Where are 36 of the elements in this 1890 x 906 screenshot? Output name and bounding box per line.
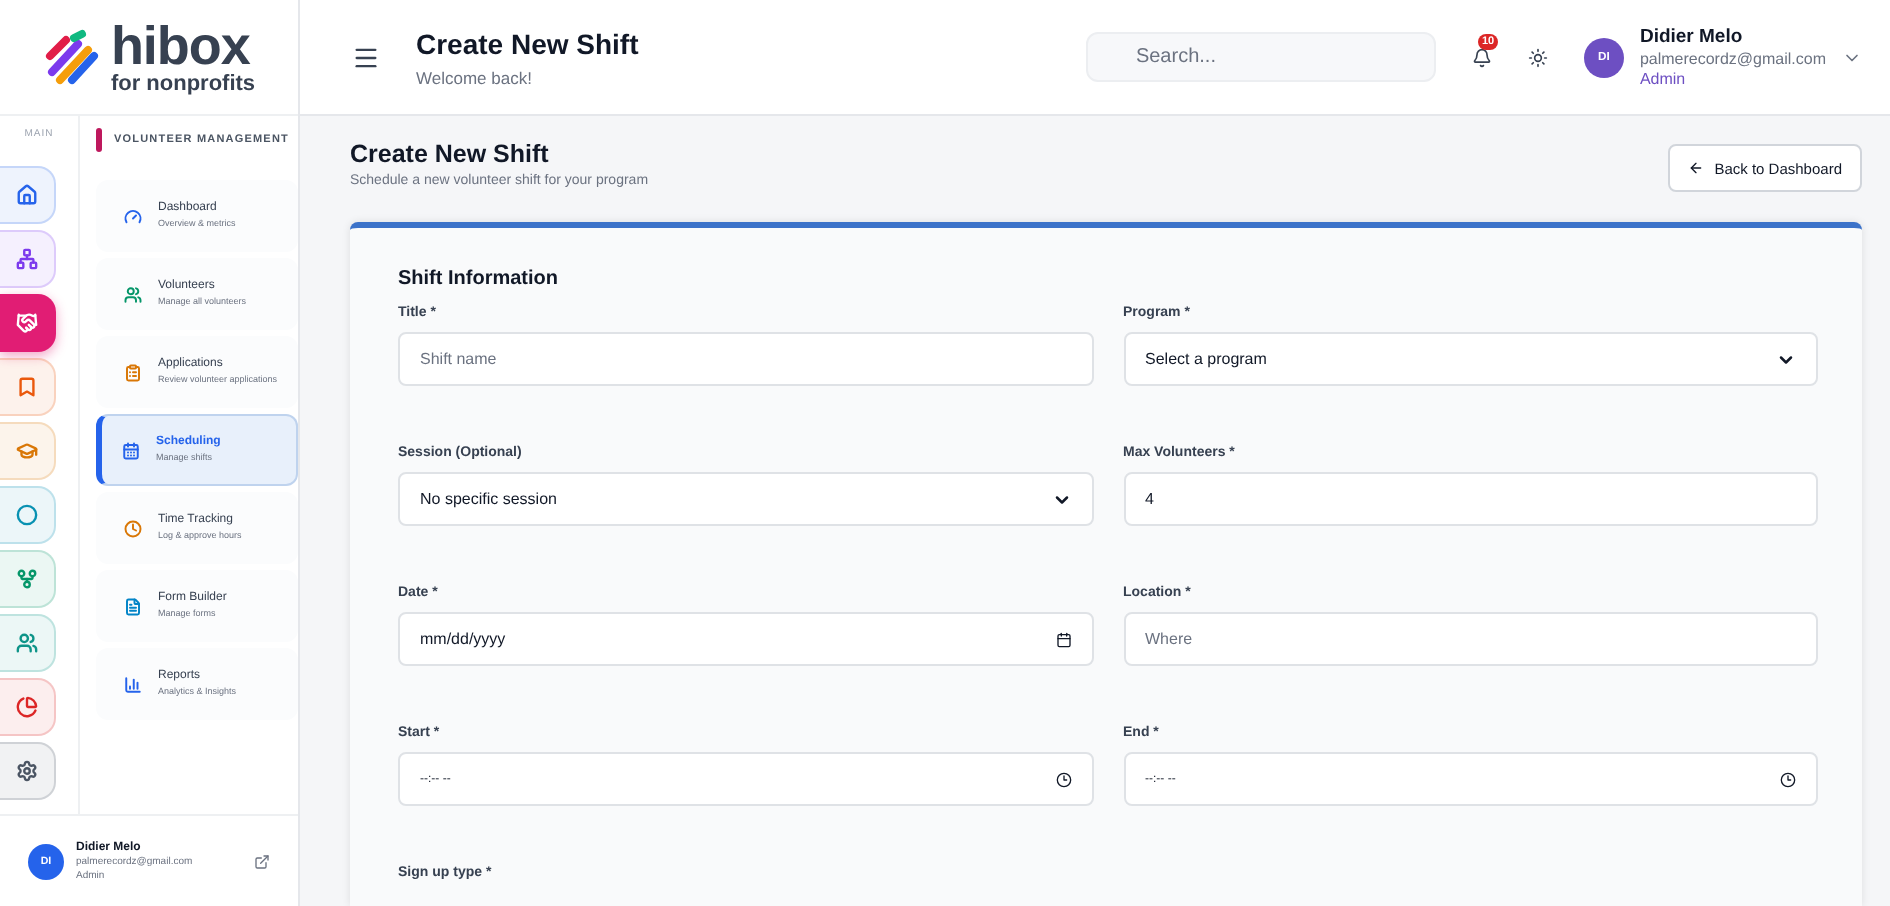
rail-button[interactable] (0, 294, 56, 352)
sitemap-icon (16, 248, 38, 270)
home-icon (16, 184, 38, 206)
sun-icon[interactable] (1527, 47, 1548, 67)
graduation-cap-icon (16, 440, 38, 462)
menu-icon[interactable] (352, 43, 380, 71)
network-icon (16, 568, 38, 590)
circle-icon (16, 504, 38, 526)
logo-icon (42, 27, 103, 87)
brand-name: hibox (110, 19, 250, 73)
select-field[interactable]: Select a program (1123, 332, 1818, 386)
input-field[interactable]: Shift name (398, 332, 1093, 386)
bookmark-icon (16, 376, 38, 398)
settings-icon (16, 760, 38, 782)
external-link-icon[interactable] (254, 853, 270, 869)
user-name: Didier Melo (1639, 26, 1745, 48)
header-title: Create New Shift (416, 27, 641, 59)
select-field[interactable]: No specific session (398, 472, 1093, 526)
section-title: Shift Information (398, 268, 560, 290)
users-icon (16, 632, 38, 654)
clock-icon (1780, 771, 1796, 787)
user-email: palmerecordz@gmail.com (1639, 50, 1826, 68)
clock-icon (1055, 771, 1071, 787)
handshake-icon (16, 312, 38, 334)
search-field[interactable]: Search... (1085, 32, 1436, 82)
brand-tagline: for nonprofits (110, 73, 256, 95)
user-role: Admin (1639, 70, 1688, 88)
page-title: Create New Shift (350, 140, 551, 168)
input-field[interactable]: Where (1123, 612, 1818, 666)
pie-chart-icon (16, 696, 38, 718)
arrow-left-icon (1688, 160, 1705, 176)
bell-icon[interactable] (1471, 47, 1492, 67)
calendar-icon (1055, 631, 1071, 647)
header-subtitle: Welcome back! (416, 67, 534, 87)
input-field[interactable]: 4 (1123, 472, 1818, 526)
date-field[interactable]: mm/dd/yyyy (398, 612, 1093, 666)
